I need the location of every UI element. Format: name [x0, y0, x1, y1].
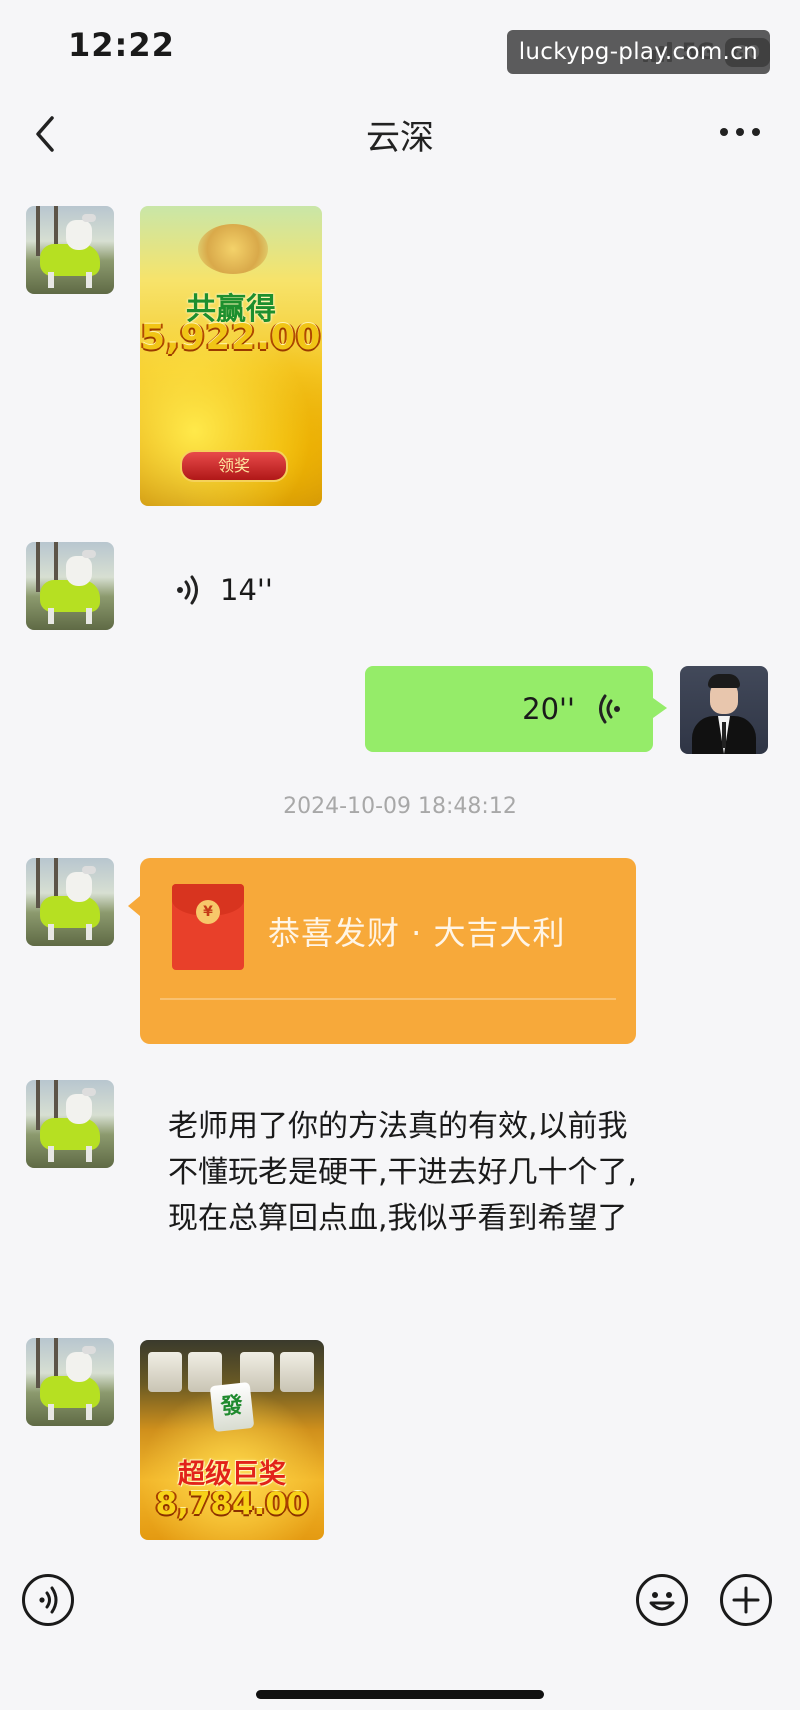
mahjong-tile: 發: [209, 1382, 255, 1432]
voice-duration: 20'': [522, 692, 575, 726]
status-time: 12:22: [68, 26, 175, 64]
jackpot-amount: 8,784.00: [155, 1486, 309, 1522]
text-message[interactable]: 老师用了你的方法真的有效,以前我不懂玩老是硬干,干进去好几十个了,现在总算回点血…: [168, 1104, 638, 1242]
chat-title: 云深: [366, 118, 434, 158]
jackpot-screenshot-image[interactable]: 發 超级巨奖 8,784.00: [140, 1340, 324, 1540]
contact-avatar[interactable]: [26, 858, 114, 946]
message-timestamp: 2024-10-09 18:48:12: [283, 794, 517, 819]
watermark-banner: luckypg-play.com.cn: [506, 30, 770, 74]
red-packet-message[interactable]: ¥ 恭喜发财 · 大吉大利: [128, 858, 636, 1044]
red-packet-divider: [160, 998, 616, 1000]
contact-avatar[interactable]: [26, 1338, 114, 1426]
voice-wave-icon: [177, 575, 198, 605]
contact-avatar[interactable]: [26, 1080, 114, 1168]
red-packet-icon: ¥: [172, 884, 244, 970]
win-amount: 5,922.00: [140, 318, 322, 358]
emoji-button[interactable]: [636, 1574, 688, 1626]
emoji-icon: [649, 1592, 675, 1611]
voice-message-received[interactable]: 14'': [174, 570, 273, 610]
home-indicator[interactable]: [256, 1690, 544, 1699]
contact-avatar[interactable]: [26, 542, 114, 630]
red-packet-greeting: 恭喜发财 · 大吉大利: [268, 914, 566, 952]
plus-icon: [732, 1586, 760, 1614]
voice-message-sent[interactable]: 20'': [365, 666, 667, 752]
my-avatar[interactable]: [680, 666, 768, 754]
more-button[interactable]: [720, 122, 760, 142]
claim-button: 领奖: [180, 450, 288, 482]
voice-wave-icon: [599, 694, 620, 724]
voice-duration: 14'': [220, 573, 273, 607]
voice-mode-icon: [39, 1586, 58, 1614]
voice-mode-button[interactable]: [22, 1574, 74, 1626]
plus-button[interactable]: [720, 1574, 772, 1626]
dragon-artwork: [198, 224, 268, 274]
win-screenshot-image[interactable]: 共赢得 5,922.00 领奖: [140, 206, 322, 506]
contact-avatar[interactable]: [26, 206, 114, 294]
more-icon: [720, 128, 728, 136]
